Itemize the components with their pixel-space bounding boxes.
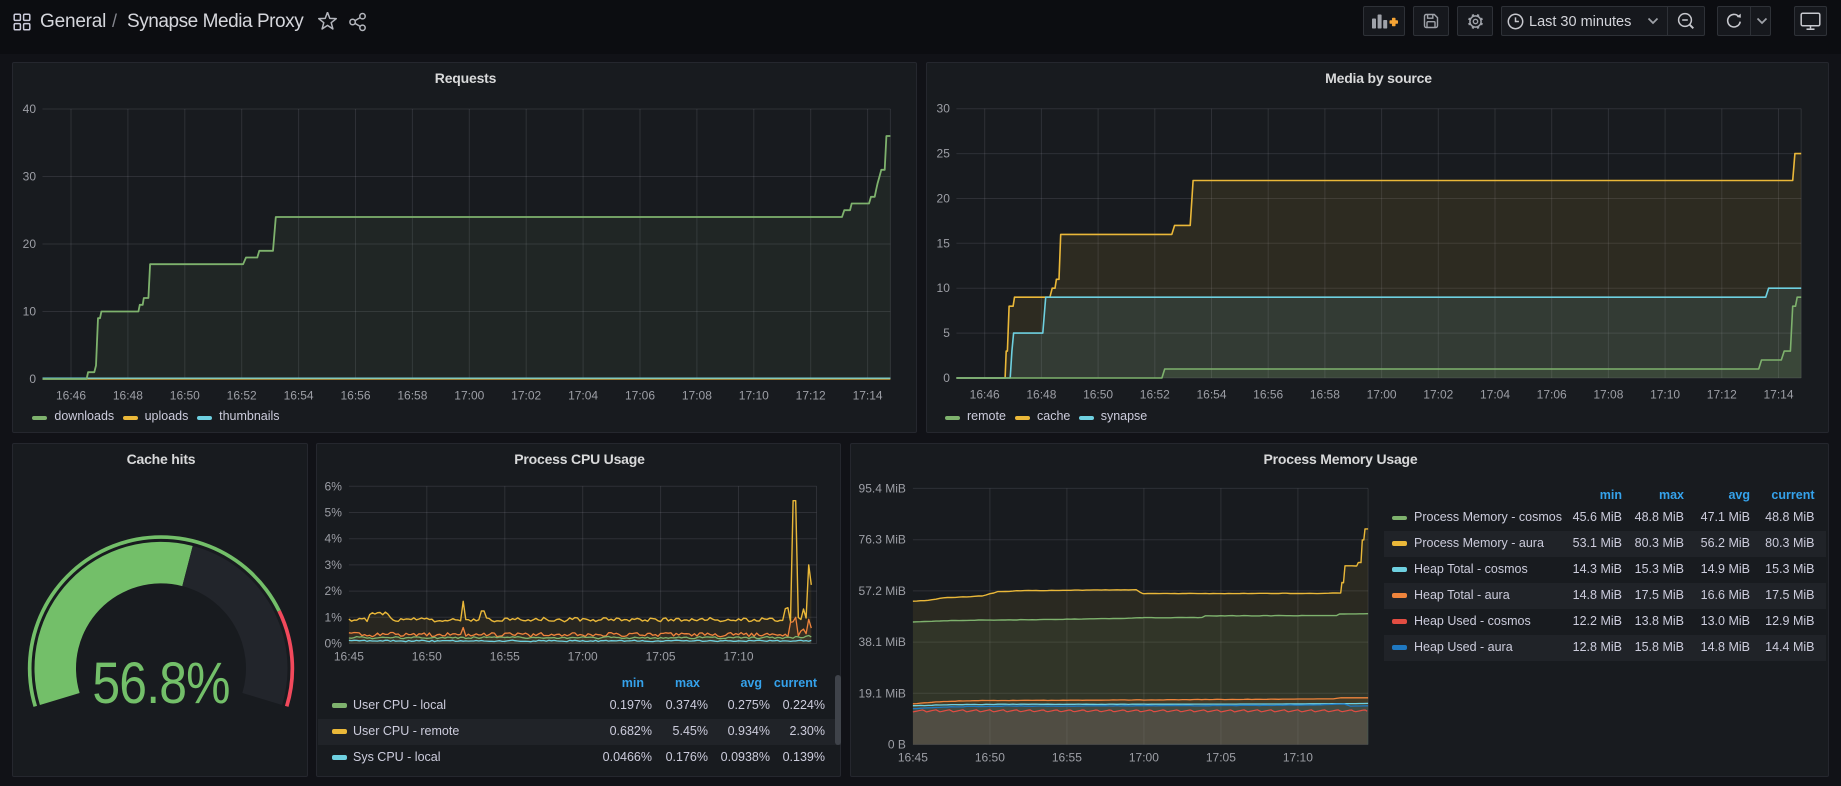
svg-text:16:54: 16:54 [284, 389, 314, 403]
svg-text:0%: 0% [325, 637, 343, 651]
svg-text:0 B: 0 B [888, 738, 906, 752]
svg-text:17:05: 17:05 [646, 650, 676, 664]
svg-text:0: 0 [943, 371, 950, 385]
svg-text:17:14: 17:14 [1763, 388, 1793, 402]
svg-text:2%: 2% [325, 584, 343, 598]
svg-text:16:52: 16:52 [1140, 388, 1170, 402]
svg-text:16:45: 16:45 [334, 650, 364, 664]
svg-text:17:05: 17:05 [1206, 751, 1236, 765]
svg-text:16:45: 16:45 [898, 751, 928, 765]
svg-text:30: 30 [937, 102, 951, 116]
svg-text:17:08: 17:08 [682, 389, 712, 403]
svg-text:16:50: 16:50 [975, 751, 1005, 765]
svg-text:16:55: 16:55 [490, 650, 520, 664]
svg-text:16:54: 16:54 [1196, 388, 1226, 402]
svg-text:10: 10 [937, 281, 951, 295]
svg-text:17:10: 17:10 [723, 650, 753, 664]
svg-text:17:04: 17:04 [568, 389, 598, 403]
svg-text:16:55: 16:55 [1052, 751, 1082, 765]
svg-text:17:02: 17:02 [511, 389, 541, 403]
svg-text:57.2 MiB: 57.2 MiB [859, 584, 906, 598]
svg-text:17:00: 17:00 [1129, 751, 1159, 765]
svg-text:16:50: 16:50 [1083, 388, 1113, 402]
svg-text:16:46: 16:46 [56, 389, 86, 403]
svg-text:17:00: 17:00 [568, 650, 598, 664]
svg-text:17:10: 17:10 [1650, 388, 1680, 402]
svg-text:16:50: 16:50 [412, 650, 442, 664]
svg-text:16:58: 16:58 [1310, 388, 1340, 402]
svg-text:17:12: 17:12 [1707, 388, 1737, 402]
svg-text:16:48: 16:48 [1026, 388, 1056, 402]
svg-text:15: 15 [937, 236, 951, 250]
svg-text:16:46: 16:46 [970, 388, 1000, 402]
svg-text:38.1 MiB: 38.1 MiB [859, 635, 906, 649]
svg-text:17:06: 17:06 [625, 389, 655, 403]
svg-text:20: 20 [937, 192, 951, 206]
svg-text:17:06: 17:06 [1537, 388, 1567, 402]
svg-text:16:56: 16:56 [1253, 388, 1283, 402]
svg-text:76.3 MiB: 76.3 MiB [859, 533, 906, 547]
svg-text:3%: 3% [325, 558, 343, 572]
svg-text:17:00: 17:00 [1367, 388, 1397, 402]
svg-text:95.4 MiB: 95.4 MiB [859, 481, 906, 495]
svg-text:25: 25 [937, 147, 951, 161]
svg-text:1%: 1% [325, 610, 343, 624]
svg-text:0: 0 [29, 372, 36, 386]
svg-text:16:50: 16:50 [170, 389, 200, 403]
svg-text:10: 10 [23, 305, 37, 319]
svg-text:17:04: 17:04 [1480, 388, 1510, 402]
svg-text:16:58: 16:58 [397, 389, 427, 403]
svg-text:17:00: 17:00 [454, 389, 484, 403]
svg-text:6%: 6% [325, 479, 343, 493]
svg-text:16:48: 16:48 [113, 389, 143, 403]
svg-text:4%: 4% [325, 532, 343, 546]
svg-text:17:10: 17:10 [1283, 751, 1313, 765]
svg-text:30: 30 [23, 170, 37, 184]
svg-text:17:12: 17:12 [796, 389, 826, 403]
svg-text:40: 40 [23, 102, 37, 116]
svg-text:17:10: 17:10 [739, 389, 769, 403]
svg-text:17:14: 17:14 [853, 389, 883, 403]
svg-text:17:02: 17:02 [1423, 388, 1453, 402]
svg-text:16:52: 16:52 [227, 389, 257, 403]
svg-text:19.1 MiB: 19.1 MiB [859, 686, 906, 700]
svg-text:16:56: 16:56 [340, 389, 370, 403]
svg-text:17:08: 17:08 [1593, 388, 1623, 402]
svg-text:20: 20 [23, 237, 37, 251]
svg-text:5%: 5% [325, 506, 343, 520]
svg-text:5: 5 [943, 326, 950, 340]
